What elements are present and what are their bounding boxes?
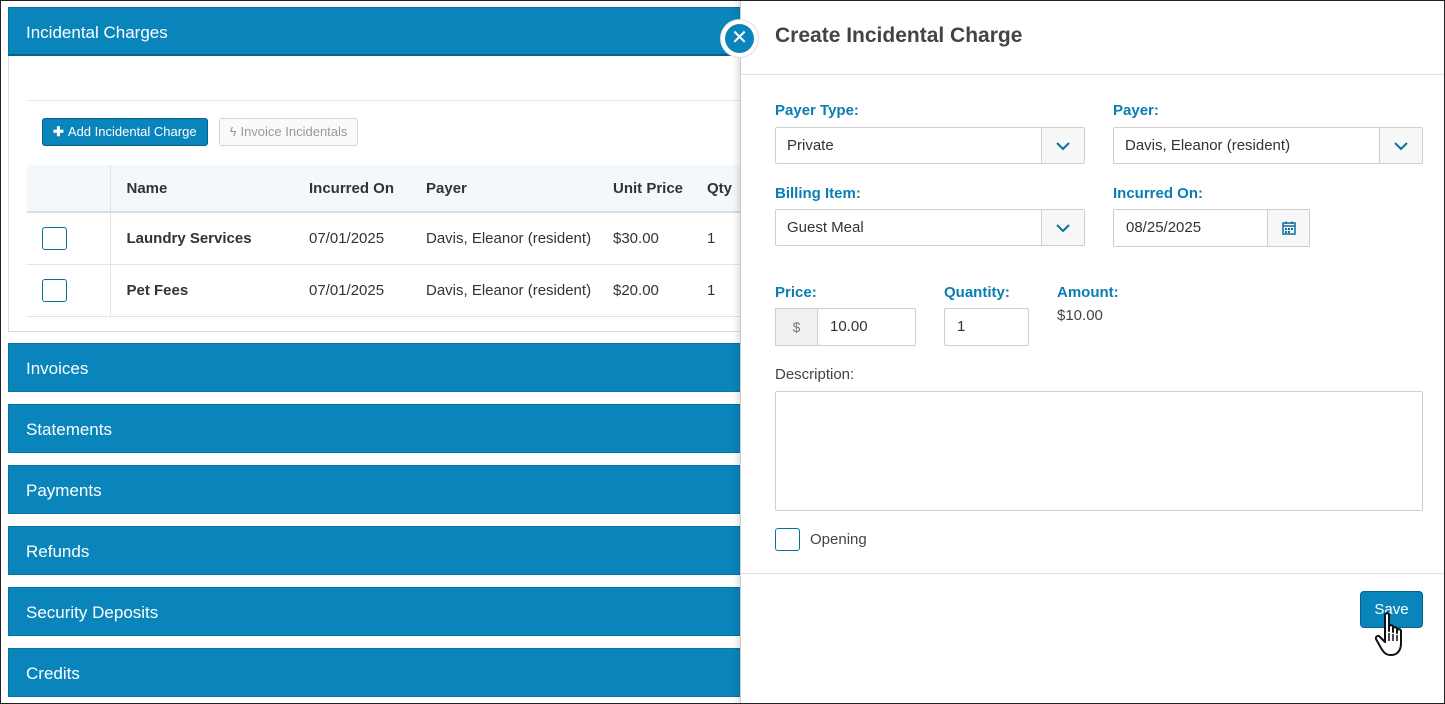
accordion-title: Statements — [26, 420, 112, 439]
accordion-title: Security Deposits — [26, 603, 159, 622]
incurred-on-input[interactable]: 08/25/2025 — [1113, 209, 1268, 247]
payer-type-label: Payer Type: — [775, 102, 859, 119]
hand-pointer-icon — [1375, 612, 1402, 656]
accordion-header-invoices[interactable]: Invoices — [8, 343, 748, 392]
payer-select[interactable]: Davis, Eleanor (resident) — [1113, 127, 1423, 164]
row-select-cell — [27, 264, 111, 317]
table-row: Pet Fees 07/01/2025 Davis, Eleanor (resi… — [27, 264, 749, 317]
opening-label: Opening — [810, 531, 867, 548]
accordion-header-payments[interactable]: Payments — [8, 465, 748, 514]
lightning-icon: ϟ — [229, 124, 237, 139]
invoice-label: Invoice Incidentals — [240, 124, 348, 139]
plus-icon: ✚ — [53, 124, 64, 139]
invoice-incidentals-button[interactable]: ϟ Invoice Incidentals — [218, 118, 359, 146]
cell-unit-price: $30.00 — [597, 212, 691, 265]
amount-value: $10.00 — [1057, 307, 1103, 324]
accordion: Incidental Charges ✚ Add Incidental Charg… — [8, 7, 749, 697]
header-payer[interactable]: Payer — [410, 165, 597, 213]
opening-checkbox[interactable] — [775, 528, 800, 551]
chevron-down-icon — [1041, 128, 1084, 163]
description-textarea[interactable] — [775, 391, 1423, 511]
toolbar: ✚ Add Incidental Charge ϟ Invoice Incident… — [42, 118, 359, 146]
quantity-input[interactable]: 1 — [944, 308, 1029, 346]
row-checkbox[interactable] — [42, 278, 67, 302]
payer-type-value: Private — [787, 137, 834, 154]
incurred-on-label: Incurred On: — [1113, 185, 1204, 202]
panel-header: Create Incidental Charge — [741, 0, 1445, 75]
accordion-title: Payments — [26, 481, 102, 500]
cell-payer: Davis, Eleanor (resident) — [410, 212, 597, 265]
payer-label: Payer: — [1113, 102, 1159, 119]
add-incidental-charge-button[interactable]: ✚ Add Incidental Charge — [42, 118, 208, 146]
price-input[interactable]: 10.00 — [817, 308, 916, 346]
billing-item-select[interactable]: Guest Meal — [775, 209, 1085, 246]
currency-addon: $ — [775, 308, 818, 346]
description-label: Description: — [775, 366, 855, 383]
cell-name: Laundry Services — [110, 212, 293, 265]
accordion-header-security-deposits[interactable]: Security Deposits — [8, 587, 748, 636]
amount-label: Amount: — [1057, 284, 1119, 301]
quantity-label: Quantity: — [944, 284, 1010, 301]
header-checkbox-col — [27, 165, 111, 213]
calendar-button[interactable] — [1267, 209, 1310, 247]
accordion-title: Incidental Charges — [26, 23, 168, 42]
incidental-charges-table: Name Incurred On Payer Unit Price Qty La… — [27, 165, 749, 317]
cell-payer: Davis, Eleanor (resident) — [410, 264, 597, 317]
chevron-down-icon — [1379, 128, 1422, 163]
accordion-title: Invoices — [26, 359, 89, 378]
row-checkbox[interactable] — [42, 226, 67, 250]
cell-unit-price: $20.00 — [597, 264, 691, 317]
billing-item-value: Guest Meal — [787, 219, 864, 236]
accordion-header-refunds[interactable]: Refunds — [8, 526, 748, 575]
billing-item-label: Billing Item: — [775, 185, 861, 202]
cell-name: Pet Fees — [110, 264, 293, 317]
accordion-title: Credits — [26, 664, 80, 683]
table-row: Laundry Services 07/01/2025 Davis, Elean… — [27, 212, 749, 265]
divider — [27, 56, 747, 101]
price-label: Price: — [775, 284, 817, 301]
panel-title: Create Incidental Charge — [775, 24, 1023, 47]
add-label: Add Incidental Charge — [67, 124, 197, 139]
payer-type-select[interactable]: Private — [775, 127, 1085, 164]
accordion-header-credits[interactable]: Credits — [8, 648, 748, 697]
create-incidental-charge-panel: Create Incidental Charge Payer Type: Pri… — [740, 0, 1445, 704]
cell-incurred-on: 07/01/2025 — [293, 212, 410, 265]
header-incurred-on[interactable]: Incurred On — [293, 165, 410, 213]
close-circle-icon: ✕ — [725, 24, 754, 53]
calendar-icon — [1281, 221, 1296, 235]
accordion-header-incidental-charges[interactable]: Incidental Charges — [8, 7, 748, 56]
chevron-down-icon — [1041, 210, 1084, 245]
accordion-header-statements[interactable]: Statements — [8, 404, 748, 453]
header-name[interactable]: Name — [110, 165, 293, 213]
table-header-row: Name Incurred On Payer Unit Price Qty — [27, 165, 749, 213]
cell-incurred-on: 07/01/2025 — [293, 264, 410, 317]
row-select-cell — [27, 212, 111, 265]
payer-value: Davis, Eleanor (resident) — [1125, 137, 1291, 154]
header-unit-price[interactable]: Unit Price — [597, 165, 691, 213]
close-panel-button[interactable]: ✕ — [721, 20, 758, 57]
accordion-title: Refunds — [26, 542, 90, 561]
incidental-charges-body: ✚ Add Incidental Charge ϟ Invoice Incident… — [8, 56, 749, 332]
footer-divider — [741, 573, 1445, 574]
